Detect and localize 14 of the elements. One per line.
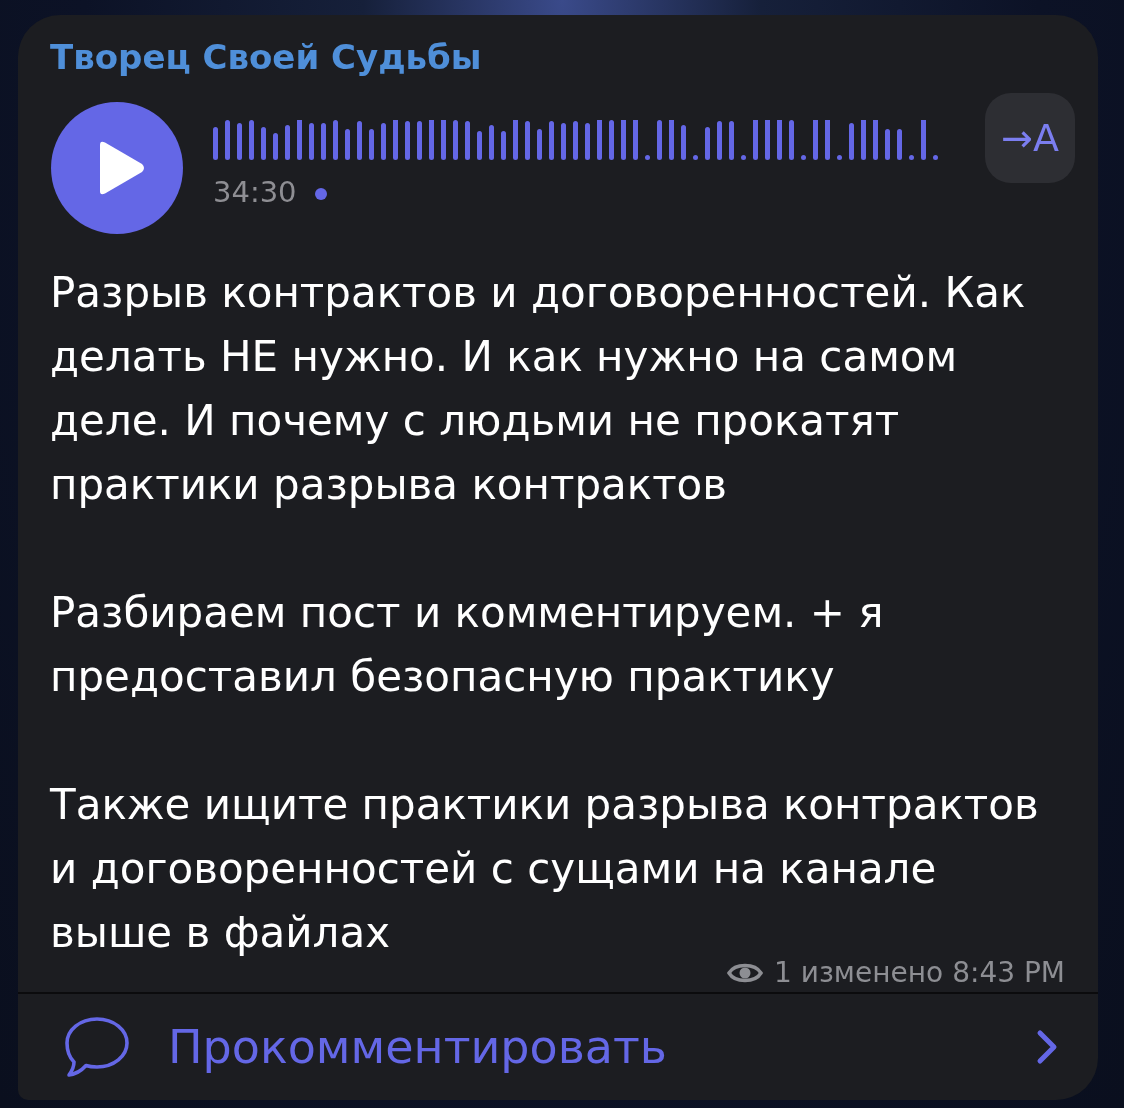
speech-bubble-icon: [64, 1016, 130, 1078]
eye-icon: [726, 961, 763, 985]
comment-button[interactable]: Прокомментировать: [18, 994, 1098, 1100]
waveform-drawing[interactable]: [213, 120, 938, 160]
message-paragraph: Разрыв контрактов и договоренностей. Как делать НЕ нужно. И как нужно на самом деле. И почему с людьми не прокатят практики разрыва контрактов: [50, 268, 1026, 509]
duration-text: 34:30: [213, 176, 297, 208]
message-time: 8:43 PM: [952, 957, 1065, 989]
edited-label: изменено: [800, 957, 944, 989]
view-count: 1: [773, 957, 792, 989]
message-paragraph: Также ищите практики разрыва контрактов и договоренностей с сущами на канале выше в файлах: [50, 780, 1039, 957]
chevron-right-icon: [1036, 1029, 1058, 1065]
channel-name[interactable]: Творец Своей Судьбы: [50, 37, 482, 77]
message-paragraph: Разбираем пост и комментируем. + я предоставил безопасную практику: [50, 588, 884, 701]
transcribe-button[interactable]: →A: [985, 93, 1075, 183]
